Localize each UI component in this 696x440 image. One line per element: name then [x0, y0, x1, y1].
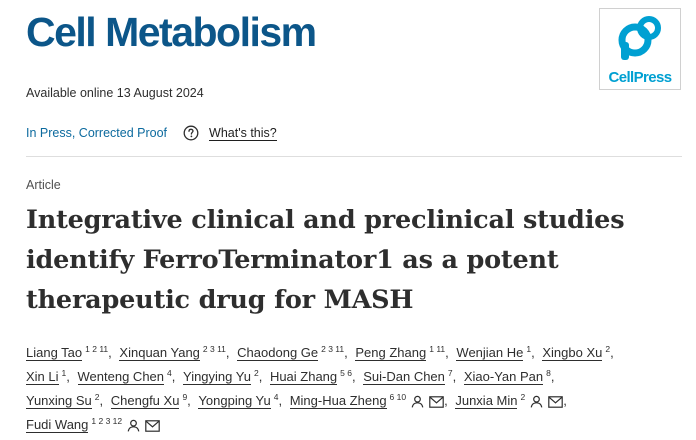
- author-separator: ,: [171, 369, 176, 385]
- affiliation-marker[interactable]: 2 3 11: [203, 344, 226, 354]
- author: Xin Li 1,: [26, 368, 74, 386]
- author-name[interactable]: Yongping Yu: [198, 393, 271, 410]
- author-name[interactable]: Sui-Dan Chen: [363, 369, 445, 386]
- status-row: In Press, Corrected Proof What's this?: [26, 124, 277, 142]
- author: Huai Zhang 5 6,: [269, 368, 360, 386]
- journal-title[interactable]: Cell Metabolism: [26, 9, 317, 56]
- affiliation-marker[interactable]: 6 10: [390, 392, 407, 402]
- mail-icon[interactable]: [429, 396, 444, 411]
- author: Fudi Wang 1 2 3 12: [26, 416, 160, 435]
- affiliation-marker[interactable]: 2: [254, 368, 259, 378]
- author-separator: ,: [99, 393, 104, 409]
- author-name[interactable]: Xiao-Yan Pan: [463, 369, 544, 386]
- title-line: therapeutic drug for MASH: [26, 285, 414, 315]
- author-separator: ,: [563, 393, 567, 409]
- author-line: Liang Tao 1 2 11, Xinquan Yang 2 3 11, Cha…: [26, 344, 686, 368]
- author: Liang Tao 1 2 11,: [26, 344, 116, 362]
- affiliation-marker[interactable]: 1 11: [429, 344, 445, 354]
- author-line: Yunxing Su 2, Chengfu Xu 9, Yongping Yu 4, …: [26, 392, 686, 416]
- author: Chengfu Xu 9,: [110, 392, 195, 410]
- author-name[interactable]: Ming-Hua Zheng: [289, 393, 387, 410]
- author-line: Fudi Wang 1 2 3 12: [26, 416, 686, 440]
- in-press-link[interactable]: In Press, Corrected Proof: [26, 126, 167, 140]
- person-icon[interactable]: [127, 419, 140, 435]
- author-separator: ,: [531, 345, 535, 361]
- author-name[interactable]: Xinquan Yang: [119, 345, 200, 362]
- affiliation-marker[interactable]: 7: [448, 368, 453, 378]
- whats-this-link[interactable]: What's this?: [209, 126, 277, 141]
- mail-icon[interactable]: [145, 420, 160, 435]
- author-name[interactable]: Xingbo Xu: [542, 345, 603, 362]
- affiliation-marker[interactable]: 1 2 3 12: [91, 416, 122, 426]
- affiliation-marker[interactable]: 5 6: [340, 368, 352, 378]
- author-separator: ,: [351, 369, 356, 385]
- author: Peng Zhang 1 11,: [355, 344, 452, 362]
- author-name[interactable]: Wenteng Chen: [77, 369, 165, 386]
- author: Sui-Dan Chen 7,: [363, 368, 460, 386]
- author-separator: ,: [66, 369, 70, 385]
- person-icon[interactable]: [530, 395, 543, 411]
- author-name[interactable]: Xin Li: [26, 369, 59, 386]
- affiliation-marker[interactable]: 2: [520, 392, 525, 402]
- divider: [26, 156, 682, 157]
- author-name[interactable]: Chaodong Ge: [237, 345, 319, 362]
- author: Ming-Hua Zheng 6 10,: [289, 392, 452, 411]
- author-separator: ,: [550, 369, 555, 385]
- author-separator: ,: [344, 345, 348, 361]
- affiliation-marker[interactable]: 2: [95, 392, 100, 402]
- author-name[interactable]: Huai Zhang: [269, 369, 338, 386]
- author-separator: ,: [278, 393, 283, 409]
- author-name[interactable]: Chengfu Xu: [110, 393, 180, 410]
- author-name[interactable]: Wenjian He: [456, 345, 524, 362]
- author: Junxia Min 2,: [455, 392, 571, 411]
- cellpress-logo[interactable]: CellPress: [599, 8, 681, 90]
- author-name[interactable]: Liang Tao: [26, 345, 83, 362]
- author-separator: ,: [452, 369, 457, 385]
- author-separator: ,: [108, 345, 112, 361]
- affiliation-marker[interactable]: 2 3 11: [321, 344, 344, 354]
- author-separator: ,: [445, 345, 449, 361]
- author-name[interactable]: Yingying Yu: [183, 369, 251, 386]
- title-line: identify FerroTerminator1 as a potent: [26, 245, 559, 275]
- author-name[interactable]: Peng Zhang: [355, 345, 427, 362]
- author-name[interactable]: Yunxing Su: [26, 393, 92, 410]
- author-separator: ,: [444, 393, 448, 409]
- mail-icon[interactable]: [548, 396, 564, 411]
- author-name[interactable]: Fudi Wang: [26, 417, 89, 434]
- author: Chaodong Ge 2 3 11,: [237, 344, 352, 362]
- author-separator: ,: [258, 369, 263, 385]
- question-circle-icon[interactable]: [183, 125, 199, 141]
- person-icon[interactable]: [411, 395, 424, 411]
- author: Wenjian He 1,: [456, 344, 538, 362]
- author: Xiao-Yan Pan 8,: [463, 368, 559, 386]
- author-separator: ,: [225, 345, 230, 361]
- author: Yunxing Su 2,: [26, 392, 107, 410]
- author-line: Xin Li 1, Wenteng Chen 4, Yingying Yu 2, Hu…: [26, 368, 686, 392]
- author-name[interactable]: Junxia Min: [455, 393, 518, 410]
- affiliation-marker[interactable]: 1 2 11: [85, 344, 108, 354]
- article-type: Article: [26, 178, 61, 192]
- author: Xingbo Xu 2,: [542, 344, 617, 362]
- article-title: Integrative clinical and preclinical stu…: [26, 200, 676, 320]
- author-list: Liang Tao 1 2 11, Xinquan Yang 2 3 11, Cha…: [26, 344, 686, 440]
- author: Xinquan Yang 2 3 11,: [119, 344, 233, 362]
- author: Wenteng Chen 4,: [77, 368, 180, 386]
- author: Yingying Yu 2,: [183, 368, 266, 386]
- author-separator: ,: [610, 345, 614, 361]
- available-online: Available online 13 August 2024: [26, 86, 204, 100]
- author-separator: ,: [187, 393, 191, 409]
- title-line: Integrative clinical and preclinical stu…: [26, 205, 625, 235]
- publisher-name: CellPress: [608, 69, 673, 86]
- author: Yongping Yu 4,: [198, 392, 286, 410]
